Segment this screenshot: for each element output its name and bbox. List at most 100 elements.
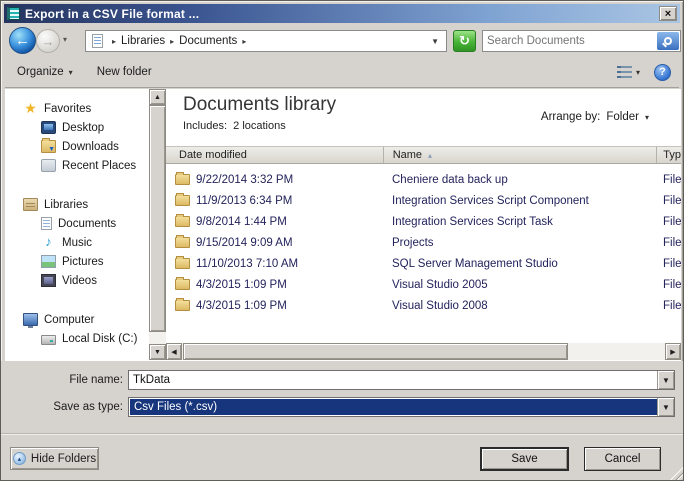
file-name-input[interactable] (129, 371, 657, 389)
breadcrumb[interactable]: ▸ Libraries ▸ Documents ▸ ▼ (85, 30, 447, 52)
breadcrumb-separator-icon: ▸ (112, 36, 117, 46)
new-folder-button[interactable]: New folder (91, 63, 158, 81)
folder-icon (175, 235, 190, 248)
sidebar-group-computer[interactable]: Computer (7, 310, 149, 329)
close-icon: × (664, 7, 672, 20)
sidebar-item-label: Local Disk (C:) (62, 332, 138, 345)
library-title: Documents library (183, 94, 337, 115)
save-as-type-combo[interactable]: Csv Files (*.csv) ▼ (128, 397, 675, 417)
save-button[interactable]: Save (480, 447, 569, 471)
breadcrumb-separator-icon: ▸ (242, 36, 247, 46)
table-row[interactable]: 11/10/2013 7:10 AM SQL Server Management… (166, 253, 681, 274)
libraries-icon (23, 198, 38, 211)
arrange-by-dropdown-icon: ▾ (644, 112, 649, 122)
back-arrow-icon: ← (15, 32, 30, 49)
dialog-footer: File name: ▼ Save as type: Csv Files (*.… (1, 361, 683, 480)
organize-label: Organize (17, 66, 64, 78)
table-row[interactable]: 4/3/2015 1:09 PM Visual Studio 2005 File (166, 274, 681, 295)
table-row[interactable]: 9/8/2014 1:44 PM Integration Services Sc… (166, 211, 681, 232)
arrange-by-value: Folder (606, 111, 639, 123)
sidebar-item-music[interactable]: ♪ Music (7, 233, 149, 252)
scroll-down-button[interactable]: ▼ (149, 344, 166, 360)
videos-icon (41, 274, 56, 287)
local-disk-icon (41, 334, 56, 345)
save-as-type-value: Csv Files (*.csv) (130, 399, 657, 415)
folder-icon (175, 277, 190, 290)
refresh-icon: ↻ (459, 33, 470, 48)
hide-folders-button[interactable]: ▴ Hide Folders (10, 447, 99, 470)
file-name-combo: ▼ (128, 370, 675, 390)
sidebar-item-downloads[interactable]: Downloads (7, 137, 149, 156)
content-area: ★ Favorites Desktop Downloads Recent Pla… (5, 89, 681, 361)
organize-dropdown-icon: ▾ (68, 67, 73, 77)
library-subtitle: Includes: 2 locations (183, 120, 286, 132)
folder-icon (175, 214, 190, 227)
help-button[interactable]: ? (654, 63, 671, 81)
dropdown-icon: ▼ (662, 402, 670, 412)
table-row[interactable]: 9/22/2014 3:32 PM Cheniere data back up … (166, 169, 681, 190)
change-view-dropdown-icon[interactable]: ▾ (636, 68, 640, 77)
column-header-name[interactable]: Name ▴ (384, 147, 658, 163)
downloads-icon (41, 138, 56, 153)
save-as-type-label: Save as type: (53, 401, 123, 413)
forward-button[interactable]: → (36, 29, 60, 53)
table-row[interactable]: 4/3/2015 1:09 PM Visual Studio 2008 File (166, 295, 681, 316)
table-row[interactable]: 11/9/2013 6:34 PM Integration Services S… (166, 190, 681, 211)
sidebar-group-label: Computer (44, 313, 95, 326)
sidebar-vertical-scrollbar[interactable]: ▲ ▼ (149, 89, 166, 360)
address-dropdown-icon[interactable]: ▼ (431, 37, 439, 46)
search-input[interactable] (483, 35, 657, 47)
change-view-icon[interactable] (616, 66, 632, 78)
save-as-type-dropdown-button[interactable]: ▼ (657, 398, 674, 416)
sidebar-item-pictures[interactable]: Pictures (7, 252, 149, 271)
scroll-up-button[interactable]: ▲ (149, 89, 166, 105)
vertical-scroll-thumb[interactable] (149, 105, 166, 332)
breadcrumb-item-documents[interactable]: Documents (179, 35, 237, 47)
resize-grip[interactable] (670, 467, 683, 480)
scroll-right-button[interactable]: ▶ (665, 343, 681, 360)
titlebar: Export in a CSV File format ... × (4, 4, 680, 23)
sidebar-item-label: Documents (58, 217, 117, 230)
column-header-row: Date modified Name ▴ Typ (166, 146, 681, 164)
sidebar-item-documents[interactable]: Documents (7, 214, 149, 233)
folder-icon (175, 193, 190, 206)
scroll-right-icon: ▶ (670, 348, 676, 356)
file-list-horizontal-scrollbar[interactable]: ◀ ▶ (166, 343, 681, 360)
horizontal-scroll-thumb[interactable] (183, 343, 568, 360)
sidebar-group-libraries[interactable]: Libraries (7, 195, 149, 214)
column-header-type[interactable]: Typ (657, 147, 681, 163)
cancel-button[interactable]: Cancel (584, 447, 661, 471)
sidebar-item-label: Pictures (62, 255, 104, 268)
sidebar-item-label: Downloads (62, 140, 119, 153)
scroll-left-button[interactable]: ◀ (166, 343, 182, 360)
help-icon: ? (659, 66, 666, 78)
sidebar-item-label: Videos (62, 274, 97, 287)
sidebar-group-favorites[interactable]: ★ Favorites (7, 99, 149, 118)
sidebar-item-desktop[interactable]: Desktop (7, 118, 149, 137)
favorites-star-icon: ★ (24, 100, 37, 116)
sidebar-item-recent-places[interactable]: Recent Places (7, 156, 149, 175)
address-bar: ← → ▾ ▸ Libraries ▸ Documents ▸ ▼ ↻ (5, 25, 681, 57)
column-header-date-modified[interactable]: Date modified (166, 147, 384, 163)
back-button[interactable]: ← (9, 27, 36, 54)
sidebar-item-videos[interactable]: Videos (7, 271, 149, 290)
close-button[interactable]: × (659, 6, 677, 21)
file-name-dropdown-button[interactable]: ▼ (657, 371, 674, 389)
arrange-by-control[interactable]: Arrange by: Folder ▾ (541, 111, 649, 123)
recent-places-icon (41, 159, 56, 172)
save-dialog-window: Export in a CSV File format ... × ← → ▾ … (0, 0, 684, 481)
refresh-button[interactable]: ↻ (453, 30, 476, 52)
table-row[interactable]: 9/15/2014 9:09 AM Projects File (166, 232, 681, 253)
organize-button[interactable]: Organize ▾ (11, 63, 79, 81)
file-name-row: File name: ▼ (1, 370, 683, 390)
breadcrumb-item-libraries[interactable]: Libraries (121, 35, 165, 47)
scroll-down-icon: ▼ (154, 348, 161, 356)
sidebar-item-label: Music (62, 236, 93, 249)
sidebar-item-local-disk-c[interactable]: Local Disk (C:) (7, 329, 149, 348)
folder-icon (175, 172, 190, 185)
computer-icon (23, 313, 38, 328)
search-button[interactable] (657, 32, 679, 50)
nav-history-chevron-icon[interactable]: ▾ (63, 35, 67, 44)
sidebar-group-label: Favorites (44, 102, 92, 115)
folder-icon (175, 298, 190, 311)
